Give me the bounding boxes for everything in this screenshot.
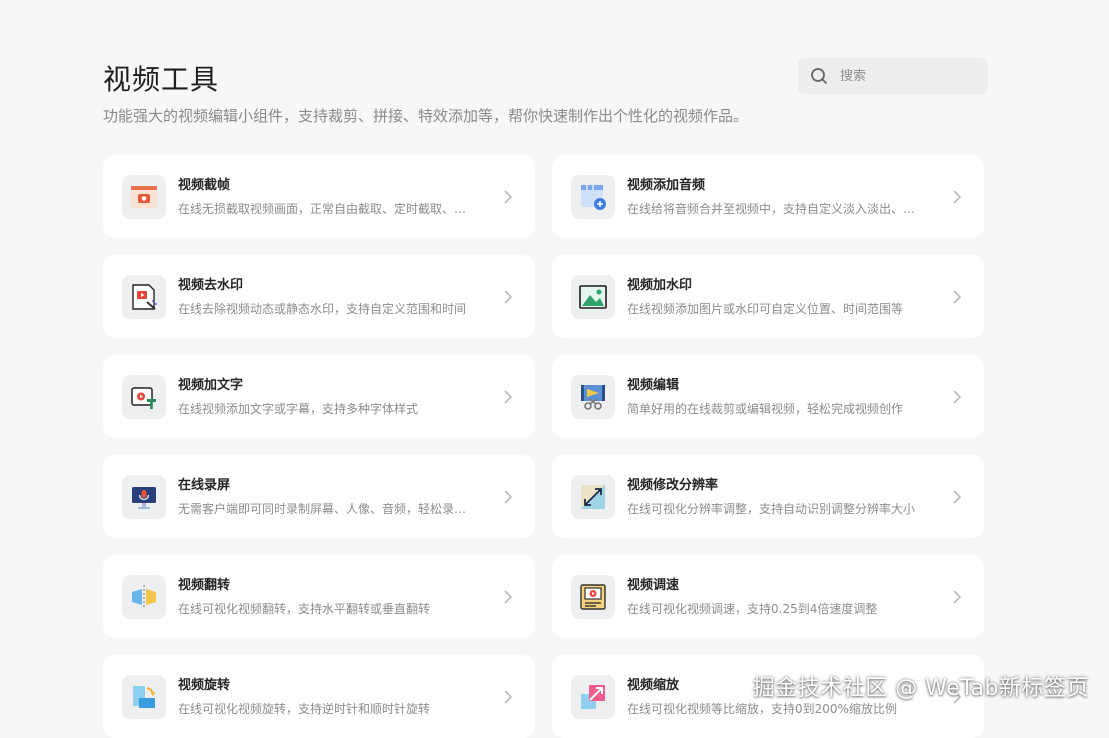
- video-speed-icon: [571, 574, 615, 619]
- chevron-right-icon: [953, 190, 962, 204]
- chevron-right-icon: [504, 190, 513, 204]
- search-input[interactable]: [838, 67, 982, 85]
- tool-card-video-flip[interactable]: 视频翻转 在线可视化视频翻转，支持水平翻转或垂直翻转: [103, 555, 535, 638]
- tool-card-video-rotate[interactable]: 视频旋转 在线可视化视频旋转，支持逆时针和顺时针旋转: [103, 655, 535, 738]
- chevron-right-icon: [953, 390, 962, 404]
- tool-name: 视频去水印: [178, 277, 244, 293]
- screen-record-icon: [122, 474, 166, 519]
- tool-name: 视频旋转: [178, 677, 231, 693]
- search-box[interactable]: [798, 58, 988, 94]
- video-flip-icon: [122, 574, 166, 619]
- tool-desc: 在线可视化视频翻转，支持水平翻转或垂直翻转: [178, 601, 431, 616]
- tool-name: 视频修改分辨率: [627, 477, 719, 493]
- chevron-right-icon: [953, 590, 962, 604]
- video-resolution-icon: [571, 474, 615, 519]
- tool-name: 视频编辑: [627, 377, 680, 393]
- video-remove-watermark-icon: [122, 274, 166, 319]
- tool-desc: 在线去除视频动态或静态水印，支持自定义范围和时间: [178, 301, 467, 316]
- tool-name: 视频截帧: [178, 177, 231, 193]
- chevron-right-icon: [504, 290, 513, 304]
- tool-card-video-add-audio[interactable]: 视频添加音频 在线给将音频合并至视频中，支持自定义淡入淡出、…: [552, 155, 984, 238]
- tool-desc: 在线可视化视频调速，支持0.25到4倍速度调整: [627, 601, 878, 616]
- video-edit-icon: [571, 374, 615, 419]
- tool-card-video-speed[interactable]: 视频调速 在线可视化视频调速，支持0.25到4倍速度调整: [552, 555, 984, 638]
- watermark-text: 掘金技术社区 @ WeTab新标签页: [752, 676, 1089, 701]
- video-add-text-icon: [122, 374, 166, 419]
- chevron-right-icon: [953, 290, 962, 304]
- search-icon: [810, 67, 828, 85]
- tool-card-video-edit[interactable]: 视频编辑 简单好用的在线裁剪或编辑视频，轻松完成视频创作: [552, 355, 984, 438]
- chevron-right-icon: [504, 590, 513, 604]
- video-rotate-icon: [122, 674, 166, 719]
- chevron-right-icon: [504, 390, 513, 404]
- tool-desc: 在线给将音频合并至视频中，支持自定义淡入淡出、…: [627, 201, 916, 216]
- tool-card-video-frame-capture[interactable]: 视频截帧 在线无损截取视频画面，正常自由截取、定时截取、…: [103, 155, 535, 238]
- tool-desc: 在线视频添加图片或水印可自定义位置、时间范围等: [627, 301, 904, 316]
- tool-desc: 简单好用的在线裁剪或编辑视频，轻松完成视频创作: [627, 401, 904, 416]
- tool-desc: 在线视频添加文字或字幕，支持多种字体样式: [178, 401, 419, 416]
- tool-desc: 在线可视化视频等比缩放，支持0到200%缩放比例: [627, 701, 897, 716]
- tool-name: 视频加文字: [178, 377, 244, 393]
- chevron-right-icon: [504, 690, 513, 704]
- tool-card-video-add-watermark[interactable]: 视频加水印 在线视频添加图片或水印可自定义位置、时间范围等: [552, 255, 984, 338]
- page-title: 视频工具: [103, 63, 220, 96]
- tool-name: 视频添加音频: [627, 177, 706, 193]
- tool-name: 在线录屏: [178, 477, 231, 493]
- tool-card-video-remove-watermark[interactable]: 视频去水印 在线去除视频动态或静态水印，支持自定义范围和时间: [103, 255, 535, 338]
- video-frame-capture-icon: [122, 174, 166, 219]
- video-add-watermark-icon: [571, 274, 615, 319]
- tool-card-screen-record[interactable]: 在线录屏 无需客户端即可同时录制屏幕、人像、音频，轻松录…: [103, 455, 535, 538]
- page-subtitle: 功能强大的视频编辑小组件，支持裁剪、拼接、特效添加等，帮你快速制作出个性化的视频…: [103, 107, 749, 125]
- video-add-audio-icon: [571, 174, 615, 219]
- tool-card-video-resolution[interactable]: 视频修改分辨率 在线可视化分辨率调整，支持自动识别调整分辨率大小: [552, 455, 984, 538]
- tool-name: 视频调速: [627, 577, 680, 593]
- tool-card-video-add-text[interactable]: 视频加文字 在线视频添加文字或字幕，支持多种字体样式: [103, 355, 535, 438]
- tool-desc: 在线无损截取视频画面，正常自由截取、定时截取、…: [178, 201, 467, 216]
- tool-name: 视频加水印: [627, 277, 693, 293]
- tool-desc: 无需客户端即可同时录制屏幕、人像、音频，轻松录…: [178, 501, 467, 516]
- chevron-right-icon: [953, 490, 962, 504]
- chevron-right-icon: [504, 490, 513, 504]
- tool-grid: 视频截帧 在线无损截取视频画面，正常自由截取、定时截取、… 视频添加音频 在线给…: [103, 155, 984, 738]
- tool-desc: 在线可视化视频旋转，支持逆时针和顺时针旋转: [178, 701, 431, 716]
- video-scale-icon: [571, 674, 615, 719]
- tool-name: 视频翻转: [178, 577, 231, 593]
- tool-desc: 在线可视化分辨率调整，支持自动识别调整分辨率大小: [627, 501, 916, 516]
